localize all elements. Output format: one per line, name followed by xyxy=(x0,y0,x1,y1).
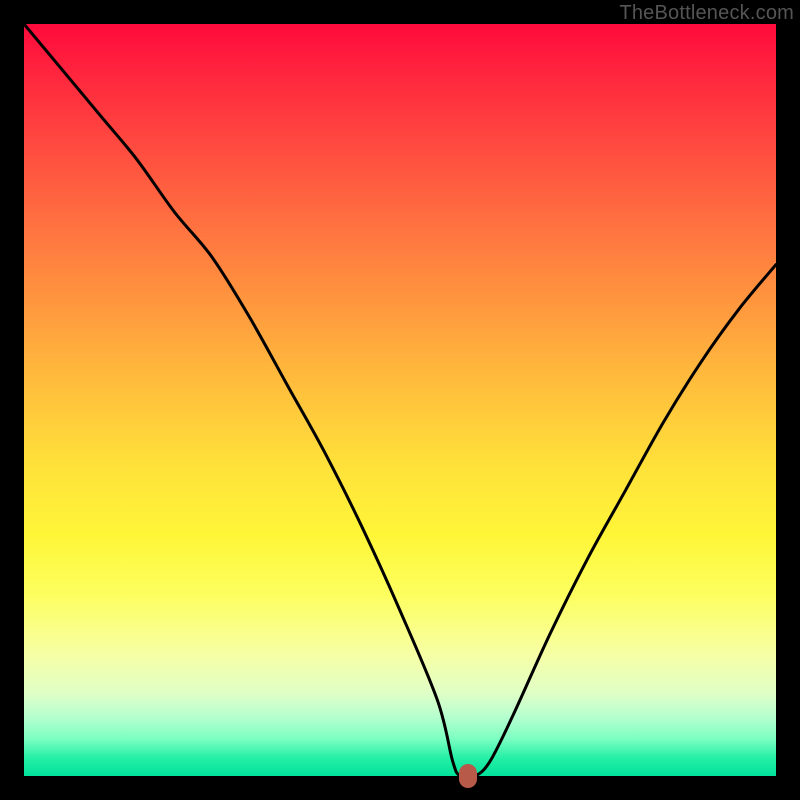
attribution-text: TheBottleneck.com xyxy=(619,2,794,25)
bottleneck-curve xyxy=(24,24,776,776)
optimum-marker xyxy=(459,764,477,788)
chart-plot-area xyxy=(24,24,776,776)
